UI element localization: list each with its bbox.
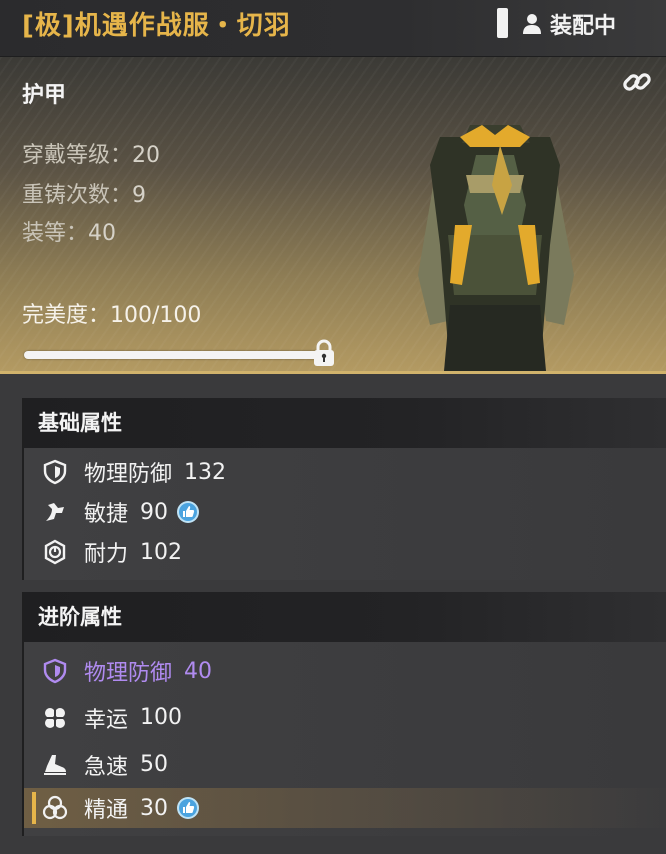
shield-icon	[43, 658, 67, 684]
attr-row-mastery[interactable]: 精通 30	[24, 788, 666, 828]
user-icon	[523, 14, 541, 34]
attr-value: 100	[140, 705, 183, 730]
attr-value: 40	[184, 658, 213, 684]
slot-type: 护甲	[22, 83, 67, 108]
perfection-bar	[24, 351, 320, 359]
agility-icon	[46, 503, 64, 521]
item-overview-panel: 护甲 穿戴等级：20 重铸次数：9 装等：40 完美度：100/100	[0, 57, 666, 374]
reforge-count: 重铸次数：9	[22, 183, 147, 208]
advanced-attributes-section: 进阶属性 物理防御 40 幸运 100 急速 50 精通 30	[22, 592, 666, 836]
section-title: 进阶属性	[24, 592, 666, 642]
attr-name: 急速	[84, 754, 129, 780]
lock-icon	[314, 339, 334, 366]
item-title: [极]机遇作战服・切羽	[22, 11, 291, 41]
attr-name: 物理防御	[84, 661, 173, 686]
speed-shoe-icon	[44, 754, 66, 775]
stamina-icon	[44, 539, 66, 565]
item-header: [极]机遇作战服・切羽 装配中	[0, 0, 666, 57]
equip-status-text: 装配中	[550, 14, 617, 39]
wear-level: 穿戴等级：20	[22, 143, 161, 168]
gear-score: 装等：40	[22, 221, 117, 246]
attr-name: 物理防御	[84, 462, 173, 487]
lock-toggle[interactable]	[497, 8, 508, 38]
attr-row-luck: 幸运 100	[24, 694, 666, 741]
attr-row-agility: 敏捷 90	[24, 492, 666, 532]
attr-row-physical-defense: 物理防御 40	[24, 648, 666, 694]
attr-value: 90	[140, 499, 169, 525]
attr-value: 30	[140, 795, 169, 821]
attr-value: 102	[140, 539, 183, 565]
selection-marker	[32, 792, 36, 824]
attr-name: 敏捷	[84, 502, 129, 527]
equip-status-badge: 装配中	[522, 8, 616, 40]
perfection-text: 完美度：100/100	[22, 303, 202, 328]
armor-illustration	[418, 125, 574, 371]
boost-icon	[177, 797, 200, 819]
basic-attributes-section: 基础属性 物理防御 132 敏捷 90 耐力 102	[22, 398, 666, 580]
section-title: 基础属性	[24, 398, 666, 448]
clover-icon	[45, 707, 65, 728]
mastery-icon	[42, 795, 68, 820]
attr-value: 50	[140, 752, 169, 777]
link-icon[interactable]	[620, 65, 654, 99]
attr-name: 耐力	[84, 542, 129, 567]
attr-row-stamina: 耐力 102	[24, 532, 666, 572]
attr-row-physical-defense: 物理防御 132	[24, 452, 666, 492]
boost-icon	[177, 501, 200, 523]
attr-name: 精通	[84, 798, 129, 823]
attr-row-haste: 急速 50	[24, 741, 666, 788]
attr-name: 幸运	[84, 707, 129, 733]
shield-icon	[43, 459, 67, 485]
attr-value: 132	[184, 459, 227, 485]
